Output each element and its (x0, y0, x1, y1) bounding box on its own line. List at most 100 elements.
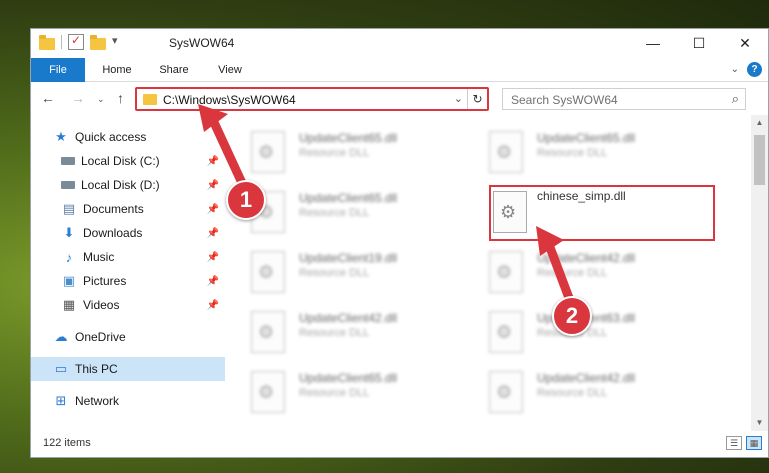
vertical-scrollbar[interactable]: ▲ ▼ (751, 115, 768, 431)
recent-locations-button[interactable]: ⌄ (97, 94, 105, 105)
ribbon-right-controls: ⌄ ? (731, 62, 762, 77)
documents-icon: ▤ (62, 201, 76, 216)
large-icons-view-icon[interactable]: ▦ (746, 436, 762, 450)
dll-file-icon (251, 311, 285, 353)
folder-icon (143, 94, 157, 105)
pin-icon: 📌 (206, 179, 219, 191)
forward-button[interactable]: → (71, 90, 85, 106)
help-icon[interactable]: ? (747, 62, 762, 77)
file-explorer-window: ▾ SysWOW64 — ☐ ✕ File Home Share View ⌄ … (30, 28, 769, 458)
file-name: UpdateClient65.dll (299, 191, 398, 205)
file-name: UpdateClient65.dll (299, 131, 398, 145)
pin-icon: 📌 (206, 227, 219, 239)
search-icon[interactable]: ⌕ (732, 91, 739, 107)
sidebar-item-local-disk-c[interactable]: Local Disk (C:) 📌 (31, 149, 225, 173)
toolbar-divider (61, 35, 62, 49)
navigation-pane: ★ Quick access Local Disk (C:) 📌 Local D… (31, 121, 225, 431)
pin-icon: 📌 (206, 203, 219, 215)
step-2-badge: 2 (552, 296, 592, 336)
sidebar-item-label: Pictures (83, 274, 127, 288)
address-dropdown-icon[interactable]: ⌄ (454, 92, 463, 105)
sidebar-item-label: Local Disk (D:) (81, 178, 160, 192)
search-input[interactable]: Search SysWOW64 ⌕ (502, 88, 746, 110)
sidebar-item-label: Network (75, 394, 120, 408)
minimize-button[interactable]: — (630, 29, 676, 57)
sidebar-item-local-disk-d[interactable]: Local Disk (D:) 📌 (31, 173, 225, 197)
cloud-icon: ☁ (54, 329, 68, 344)
sidebar-item-this-pc[interactable]: ▭ This PC (31, 357, 225, 381)
sidebar-item-label: This PC (75, 362, 118, 376)
close-button[interactable]: ✕ (722, 29, 768, 57)
sidebar-item-music[interactable]: ♪ Music 📌 (31, 245, 225, 269)
new-folder-icon[interactable] (90, 34, 106, 50)
dll-file-icon (489, 311, 523, 353)
network-icon: ⊞ (55, 393, 67, 408)
tab-share[interactable]: Share (149, 58, 199, 82)
back-button[interactable]: ← (41, 90, 55, 106)
sidebar-item-pictures[interactable]: ▣ Pictures 📌 (31, 269, 225, 293)
disk-icon (61, 181, 75, 189)
sidebar-item-label: OneDrive (75, 330, 126, 344)
tab-home[interactable]: Home (89, 58, 145, 82)
file-type: Resource DLL (299, 147, 370, 159)
tab-file[interactable]: File (31, 58, 85, 82)
dll-file-icon (251, 371, 285, 413)
address-bar[interactable]: C:\Windows\SysWOW64 ⌄ ↻ (135, 87, 489, 111)
search-placeholder: Search SysWOW64 (511, 93, 618, 107)
highlight-box (489, 185, 715, 241)
file-item[interactable]: UpdateClient42.dll Resource DLL (465, 245, 695, 305)
pin-icon: 📌 (206, 251, 219, 263)
details-view-icon[interactable]: ☰ (726, 436, 742, 450)
sidebar-item-downloads[interactable]: ⬇ Downloads 📌 (31, 221, 225, 245)
file-type: Resource DLL (299, 327, 370, 339)
sidebar-item-label: Downloads (83, 226, 143, 240)
sidebar-item-label: Quick access (75, 130, 147, 144)
sidebar-item-network[interactable]: ⊞ Network (31, 389, 225, 413)
file-name: UpdateClient65.dll (537, 131, 636, 145)
sidebar-item-quick-access[interactable]: ★ Quick access (53, 125, 225, 149)
properties-icon[interactable] (68, 33, 84, 50)
scroll-up-icon[interactable]: ▲ (751, 115, 768, 131)
address-path[interactable]: C:\Windows\SysWOW64 (163, 93, 296, 107)
file-item[interactable]: UpdateClient19.dll Resource DLL (227, 245, 457, 305)
file-list: UpdateClient65.dll Resource DLL UpdateCl… (227, 115, 743, 431)
view-toggle: ☰ ▦ (726, 436, 762, 450)
refresh-button[interactable]: ↻ (467, 89, 487, 109)
expand-ribbon-icon[interactable]: ⌄ (731, 64, 739, 75)
customize-toolbar-icon[interactable]: ▾ (112, 34, 128, 50)
file-type: Resource DLL (299, 387, 370, 399)
sidebar-item-videos[interactable]: ▦ Videos 📌 (31, 293, 225, 317)
star-icon: ★ (55, 129, 67, 144)
dll-file-icon (489, 371, 523, 413)
navigation-bar: ← → ⌄ ↑ C:\Windows\SysWOW64 ⌄ ↻ Search S… (31, 85, 768, 115)
file-type: Resource DLL (299, 267, 370, 279)
file-item[interactable]: UpdateClient42.dll Resource DLL (227, 305, 457, 365)
file-name: UpdateClient65.dll (299, 371, 398, 385)
scroll-down-icon[interactable]: ▼ (751, 415, 768, 431)
scrollbar-thumb[interactable] (754, 135, 765, 185)
up-button[interactable]: ↑ (117, 90, 124, 106)
file-item[interactable]: UpdateClient65.dll Resource DLL (465, 125, 695, 185)
window-title: SysWOW64 (169, 36, 235, 50)
file-item[interactable]: UpdateClient42.dll Resource DLL (465, 365, 695, 425)
dll-file-icon (489, 131, 523, 173)
folder-icon[interactable] (39, 34, 55, 50)
file-type: Resource DLL (537, 147, 608, 159)
pictures-icon: ▣ (62, 273, 76, 288)
sidebar-item-label: Music (83, 250, 115, 264)
file-name: UpdateClient42.dll (537, 371, 636, 385)
pin-icon: 📌 (206, 155, 219, 167)
item-count: 122 items (43, 437, 91, 449)
tab-view[interactable]: View (207, 58, 253, 82)
pc-icon: ▭ (54, 361, 68, 376)
sidebar-item-onedrive[interactable]: ☁ OneDrive (31, 325, 225, 349)
file-item[interactable]: UpdateClient65.dll Resource DLL (227, 125, 457, 185)
title-bar: ▾ SysWOW64 — ☐ ✕ (31, 29, 768, 57)
dll-file-icon (251, 131, 285, 173)
maximize-button[interactable]: ☐ (676, 29, 722, 57)
file-name: UpdateClient42.dll (299, 311, 398, 325)
file-item[interactable]: UpdateClient65.dll Resource DLL (227, 365, 457, 425)
sidebar-item-documents[interactable]: ▤ Documents 📌 (31, 197, 225, 221)
pin-icon: 📌 (206, 275, 219, 287)
dll-file-icon (489, 251, 523, 293)
